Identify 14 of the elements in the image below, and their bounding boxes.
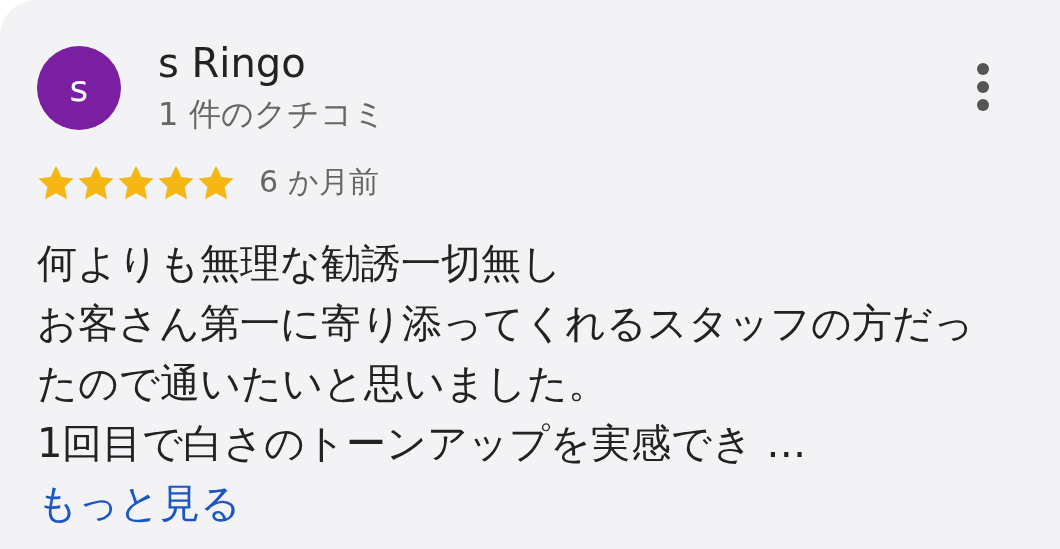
star-icon [157, 164, 195, 201]
avatar: s [37, 46, 121, 130]
star-icon [117, 164, 155, 201]
star-icon [37, 164, 75, 201]
review-time: 6 か月前 [259, 163, 379, 201]
review-text: お客さん第一に寄り添ってくれるスタッフの方だったので通いたいと思いました。 [37, 299, 975, 408]
review-text: 何よりも無理な勧誘一切無し [37, 239, 563, 288]
review-count: 1 件のクチコミ [158, 94, 387, 135]
more-options-icon[interactable] [976, 62, 990, 112]
star-icon [197, 164, 235, 201]
review-text: 1回目で白さのトーンアップを実感でき … もっと見る [37, 419, 808, 528]
read-more-link[interactable]: もっと見る [37, 480, 241, 526]
author-name: s Ringo [158, 39, 307, 88]
star-icon [77, 164, 115, 201]
